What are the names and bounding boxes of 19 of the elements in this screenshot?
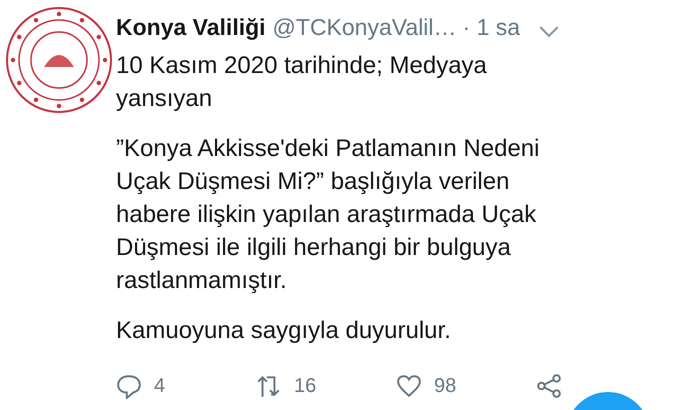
tweet-text-line: Uçak Düşmesi Mi?” başlığıyla verilen [116,167,510,197]
tweet-text-line: yansıyan [116,84,214,114]
user-handle: @TCKonyaValil… [272,14,457,41]
reply-count: 4 [154,374,166,398]
retweet-count: 16 [294,374,316,398]
chevron-icon[interactable] [538,25,560,38]
like-count: 98 [434,374,456,398]
tweet-text-line: Düşmesi ile ilgili herhangi bir bulguya [116,233,512,263]
timestamp: · 1 sa [462,14,520,41]
tweet-text-line: 10 Kasım 2020 tarihinde; Medyaya [116,51,488,81]
display-name[interactable]: Konya Valiliği [116,14,266,41]
tweet-text-line: Kamuoyuna saygıyla duyurulur. [116,316,452,346]
heart-icon[interactable] [396,373,422,399]
share-icon[interactable] [536,373,562,399]
tweet-text-line: habere ilişkin yapılan araştırmada Uçak [116,200,538,230]
reply-icon[interactable] [116,373,142,399]
tweet-text-line: ”Konya Akkisse'deki Patlamanın Nedeni [116,134,540,164]
tweet-text-line: rastlanmamıştır. [116,266,288,296]
retweet-icon[interactable] [256,373,282,399]
